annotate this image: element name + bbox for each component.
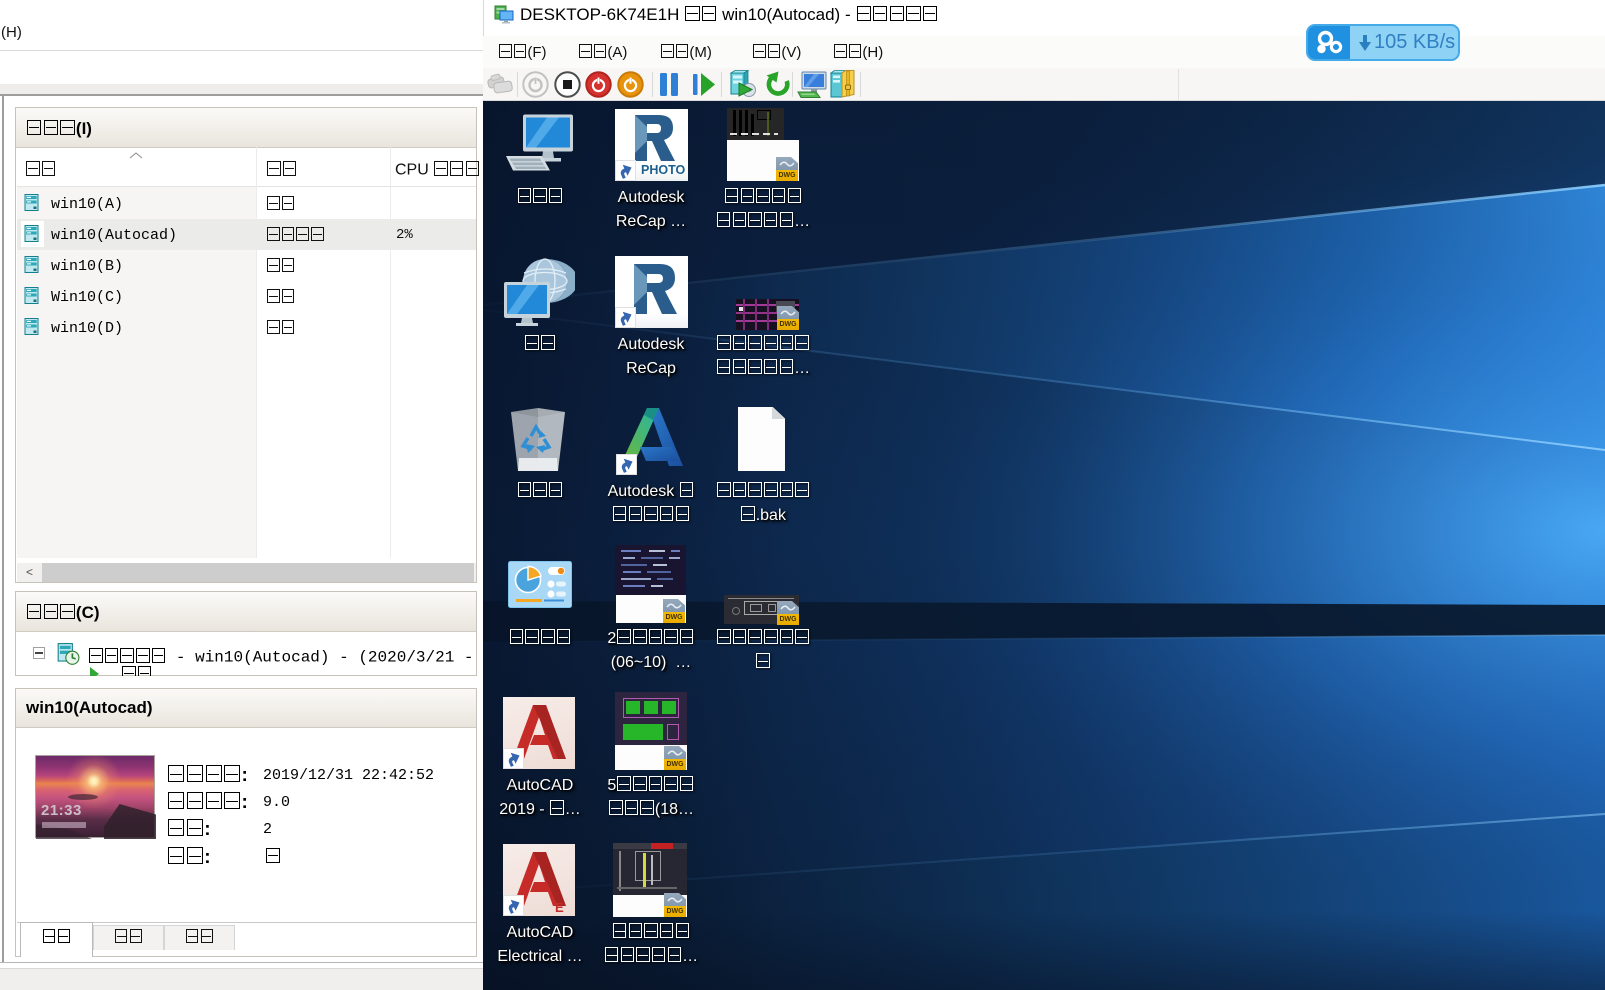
svg-text:PHOTO: PHOTO — [641, 163, 685, 177]
svg-text:E: E — [555, 900, 564, 915]
